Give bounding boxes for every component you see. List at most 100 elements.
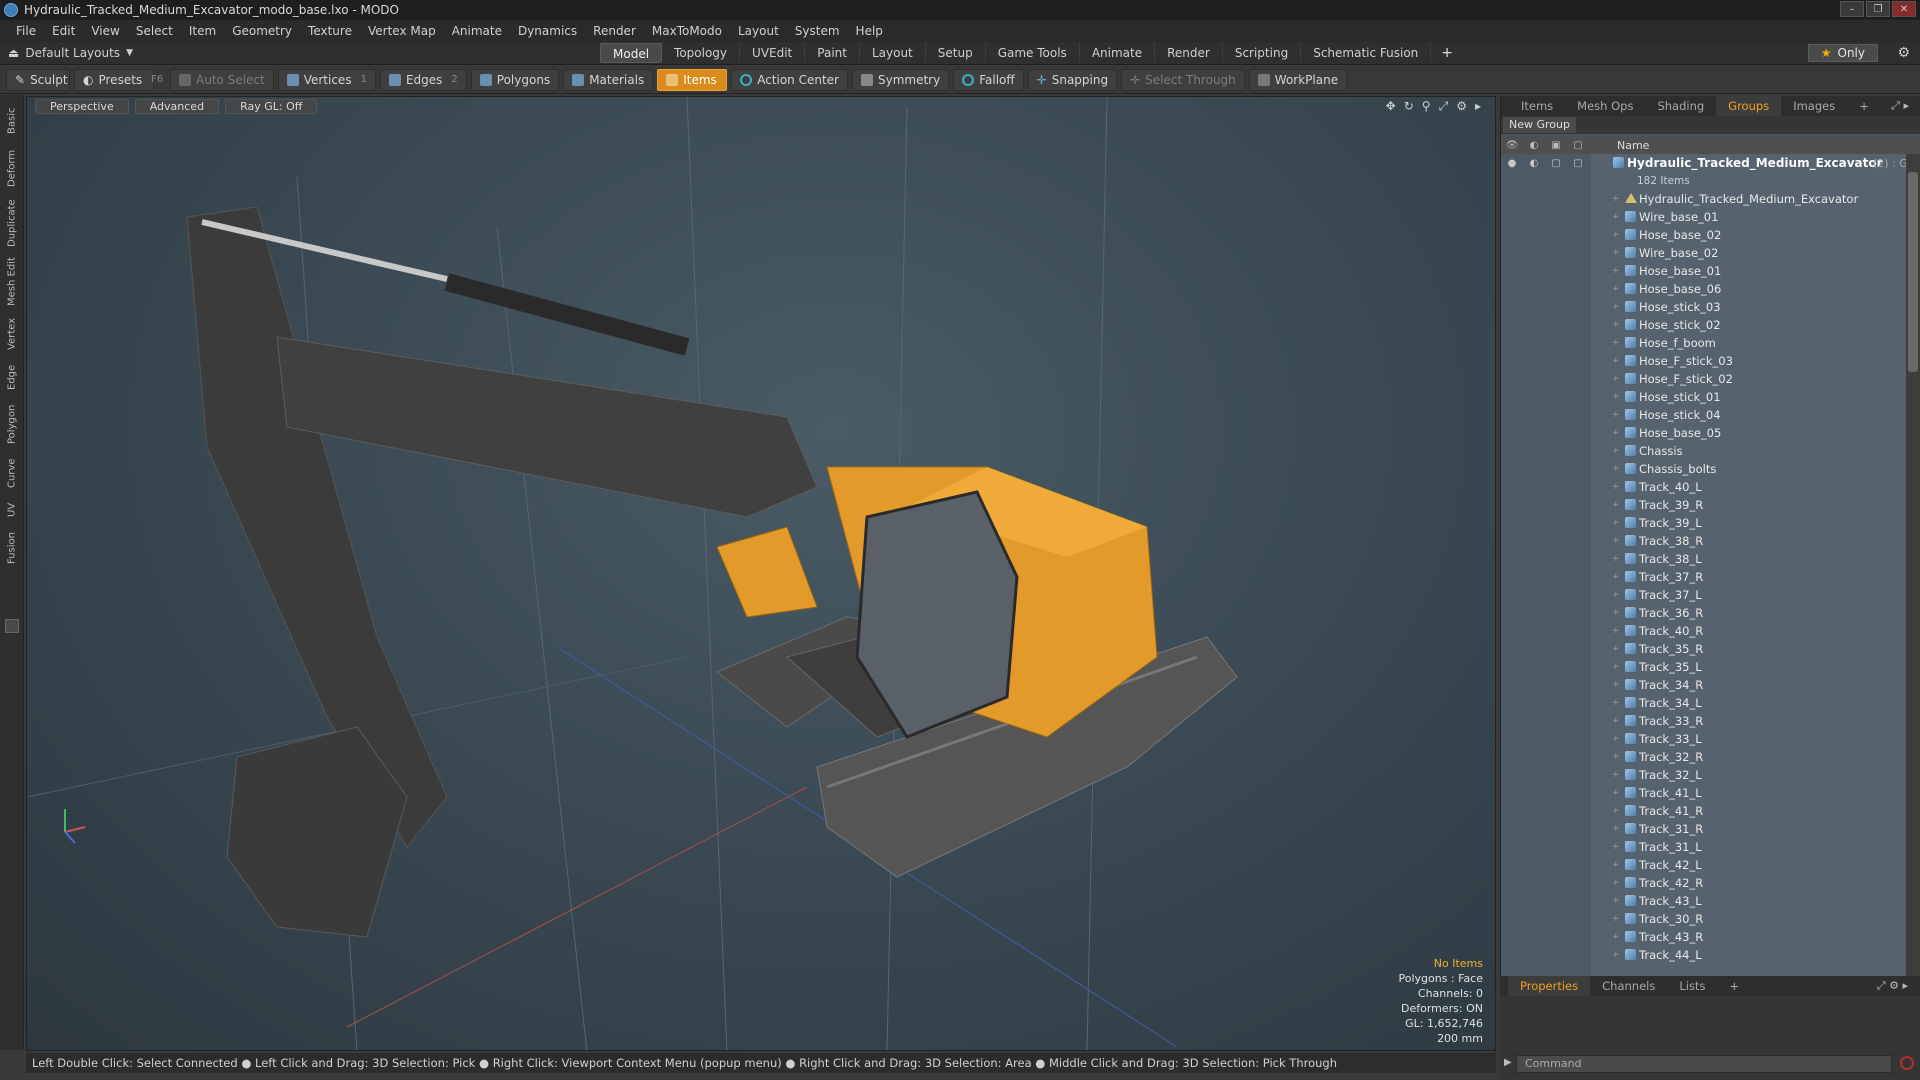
group-item-row[interactable]: + Track_36_R	[1501, 604, 1907, 622]
vtab-edge[interactable]: Edge	[2, 359, 22, 395]
workplane-button[interactable]: WorkPlane	[1248, 68, 1348, 91]
group-item-row[interactable]: + Track_40_L	[1501, 478, 1907, 496]
tab-schematic-fusion[interactable]: Schematic Fusion	[1301, 43, 1432, 63]
expand-icon[interactable]: +	[1612, 410, 1620, 420]
group-item-row[interactable]: + Hose_stick_02	[1501, 316, 1907, 334]
expand-icon[interactable]: +	[1612, 644, 1620, 654]
group-item-row[interactable]: + Track_31_R	[1501, 820, 1907, 838]
expand-icon[interactable]: +	[1612, 194, 1620, 204]
panel-toggle-icon[interactable]	[5, 619, 19, 633]
expand-icon[interactable]: +	[1612, 680, 1620, 690]
group-item-row[interactable]: + Hose_stick_01	[1501, 388, 1907, 406]
group-item-row[interactable]: + Track_32_R	[1501, 748, 1907, 766]
add-properties-tab-button[interactable]: +	[1717, 979, 1751, 993]
record-icon[interactable]	[1900, 1056, 1914, 1070]
expand-icon[interactable]: +	[1612, 446, 1620, 456]
expand-icon[interactable]: +	[1612, 626, 1620, 636]
menu-select[interactable]: Select	[128, 24, 181, 38]
groups-tree[interactable]: ● ◐ ▢ ▢ – Hydraulic_Tracked_Medium_Excav…	[1501, 154, 1907, 976]
group-row[interactable]: ● ◐ ▢ ▢ – Hydraulic_Tracked_Medium_Excav…	[1501, 154, 1907, 172]
group-item-row[interactable]: + Track_42_L	[1501, 856, 1907, 874]
edges-button[interactable]: Edges 2	[379, 68, 467, 91]
expand-icon[interactable]: +	[1612, 806, 1620, 816]
pan-icon[interactable]: ✥	[1386, 99, 1396, 114]
name-column-header[interactable]: Name	[1617, 139, 1649, 152]
vtab-deform[interactable]: Deform	[2, 145, 22, 191]
expand-icon[interactable]: +	[1612, 392, 1620, 402]
tab-model[interactable]: Model	[600, 43, 663, 63]
expand-icon[interactable]: +	[1612, 752, 1620, 762]
vtab-basic[interactable]: Basic	[2, 101, 22, 141]
menu-animate[interactable]: Animate	[444, 24, 510, 38]
render-icon[interactable]: ◐	[1523, 154, 1545, 172]
lock-icon[interactable]: ▢	[1545, 154, 1567, 172]
menu-maxtomodo[interactable]: MaxToModo	[644, 24, 730, 38]
expand-icon[interactable]: +	[1612, 536, 1620, 546]
vertices-button[interactable]: Vertices 1	[277, 68, 376, 91]
expand-icon[interactable]: +	[1612, 824, 1620, 834]
expand-icon[interactable]: +	[1612, 770, 1620, 780]
menu-system[interactable]: System	[787, 24, 848, 38]
menu-view[interactable]: View	[83, 24, 127, 38]
expand-icon[interactable]: +	[1612, 698, 1620, 708]
tab-topology[interactable]: Topology	[662, 43, 741, 63]
add-tab-button[interactable]: +	[1431, 45, 1463, 61]
group-item-row[interactable]: + Track_38_R	[1501, 532, 1907, 550]
expand-icon[interactable]: +	[1612, 572, 1620, 582]
expand-icon[interactable]: +	[1612, 320, 1620, 330]
expand-icon[interactable]: +	[1612, 860, 1620, 870]
group-item-row[interactable]: + Track_42_R	[1501, 874, 1907, 892]
tab-scripting[interactable]: Scripting	[1223, 43, 1302, 63]
tab-shading[interactable]: Shading	[1645, 99, 1716, 113]
minimize-button[interactable]: –	[1840, 1, 1864, 17]
group-item-row[interactable]: + Track_44_L	[1501, 946, 1907, 964]
polygons-button[interactable]: Polygons	[470, 68, 560, 91]
menu-item[interactable]: Item	[181, 24, 224, 38]
tab-setup[interactable]: Setup	[926, 43, 986, 63]
vtab-fusion[interactable]: Fusion	[2, 527, 22, 569]
maximize-button[interactable]: ❐	[1866, 1, 1890, 17]
group-item-row[interactable]: + Wire_base_02	[1501, 244, 1907, 262]
tab-animate[interactable]: Animate	[1080, 43, 1156, 63]
menu-file[interactable]: File	[8, 24, 44, 38]
expand-icon[interactable]: +	[1612, 482, 1620, 492]
presets-button[interactable]: ◐ Presets F6	[74, 68, 163, 91]
group-item-row[interactable]: + Track_34_R	[1501, 676, 1907, 694]
group-item-row[interactable]: + Track_43_L	[1501, 892, 1907, 910]
rotate-icon[interactable]: ↻	[1404, 99, 1414, 114]
tab-mesh-ops[interactable]: Mesh Ops	[1565, 99, 1645, 113]
vtab-mesh-edit[interactable]: Mesh Edit	[2, 255, 22, 309]
group-item-row[interactable]: + Chassis_bolts	[1501, 460, 1907, 478]
menu-layout[interactable]: Layout	[730, 24, 787, 38]
group-item-row[interactable]: + Track_43_R	[1501, 928, 1907, 946]
gear-icon[interactable]: ⚙	[1897, 45, 1910, 61]
items-button[interactable]: Items	[657, 68, 728, 91]
menu-render[interactable]: Render	[585, 24, 644, 38]
scrollbar-thumb[interactable]	[1908, 172, 1918, 372]
vtab-polygon[interactable]: Polygon	[2, 399, 22, 449]
tab-groups[interactable]: Groups	[1716, 96, 1782, 116]
command-input[interactable]: Command	[1516, 1055, 1892, 1073]
viewport-settings-icon[interactable]: ⚙	[1456, 99, 1467, 114]
expand-icon[interactable]: +	[1612, 212, 1620, 222]
properties-expand-icon[interactable]: ⤢ ⚙ ▸	[1877, 979, 1908, 993]
expand-icon[interactable]: +	[1612, 914, 1620, 924]
tab-uvedit[interactable]: UVEdit	[740, 43, 806, 63]
expand-icon[interactable]: +	[1612, 662, 1620, 672]
viewport-menu-arrow-icon[interactable]: ▸	[1475, 99, 1481, 114]
tab-items[interactable]: Items	[1509, 99, 1565, 113]
layout-dropdown[interactable]: ⏏ Default Layouts ▼	[0, 46, 600, 60]
expand-icon[interactable]: +	[1612, 302, 1620, 312]
view-mode-button[interactable]: Perspective	[35, 98, 129, 114]
new-group-button[interactable]: New Group	[1503, 117, 1576, 133]
group-item-row[interactable]: + Hose_F_stick_03	[1501, 352, 1907, 370]
menu-help[interactable]: Help	[848, 24, 891, 38]
expand-icon[interactable]: +	[1612, 248, 1620, 258]
fit-icon[interactable]: ⤢	[1439, 99, 1449, 114]
visibility-col-icon[interactable]: 👁	[1501, 140, 1523, 151]
expand-icon[interactable]: +	[1612, 896, 1620, 906]
group-item-row[interactable]: + Hose_base_05	[1501, 424, 1907, 442]
expand-icon[interactable]: +	[1612, 428, 1620, 438]
expand-panel-icon[interactable]: ⤢ ▸	[1891, 99, 1909, 113]
menu-edit[interactable]: Edit	[44, 24, 83, 38]
